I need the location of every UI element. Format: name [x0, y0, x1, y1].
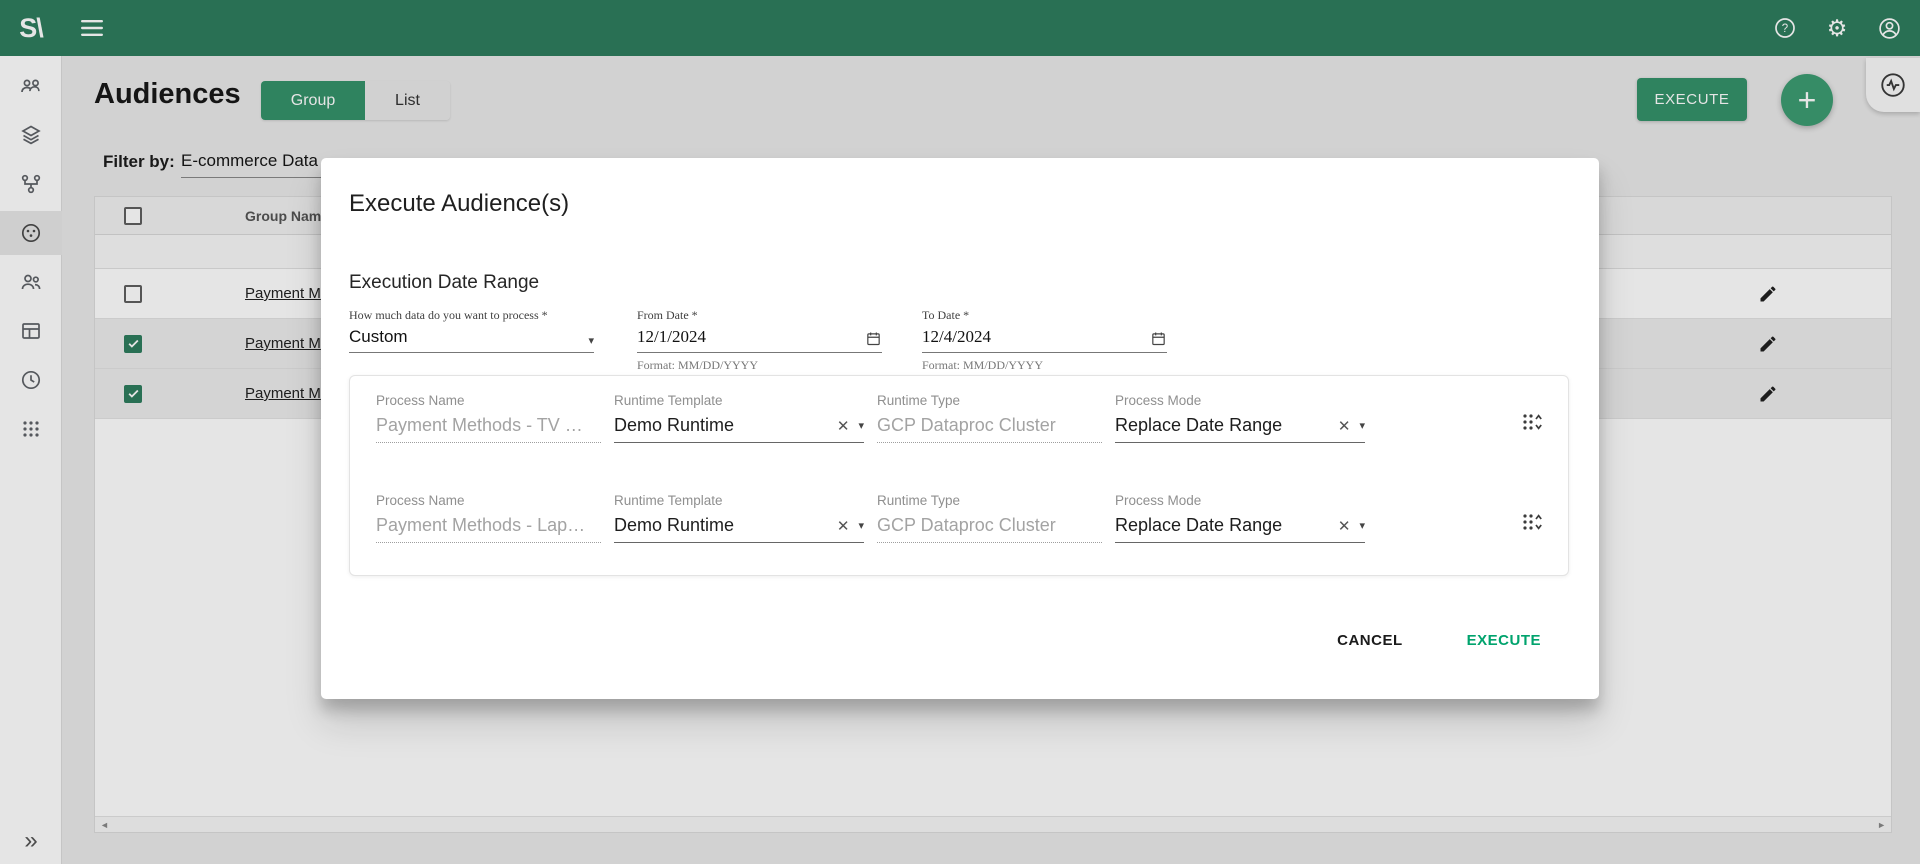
clear-icon[interactable]: ✕	[1338, 417, 1351, 435]
data-range-value: Custom	[349, 327, 588, 347]
runtime-type-label: Runtime Type	[877, 393, 1102, 408]
from-date-label: From Date *	[637, 308, 882, 323]
process-row: Process Name Payment Methods - Lap… Runt…	[350, 476, 1568, 576]
cancel-button[interactable]: CANCEL	[1329, 626, 1411, 655]
process-mode-label: Process Mode	[1115, 393, 1365, 408]
process-mode-label: Process Mode	[1115, 493, 1365, 508]
to-date-field: To Date * 12/4/2024 Format: MM/DD/YYYY	[922, 308, 1167, 373]
chevron-down-icon: ▾	[588, 334, 594, 347]
runtime-template-select[interactable]: Demo Runtime ✕ ▾	[614, 415, 864, 443]
runtime-type-value: GCP Dataproc Cluster	[877, 415, 1102, 443]
calendar-icon[interactable]	[1150, 330, 1167, 347]
process-list-card: Process Name Payment Methods - TV … Runt…	[349, 375, 1569, 576]
process-name-field: Process Name Payment Methods - TV …	[376, 393, 601, 443]
process-row: Process Name Payment Methods - TV … Runt…	[350, 376, 1568, 476]
process-mode-select[interactable]: Replace Date Range ✕ ▾	[1115, 415, 1365, 443]
data-range-select[interactable]: Custom ▾	[349, 323, 594, 353]
runtime-template-field: Runtime Template Demo Runtime ✕ ▾	[614, 393, 864, 443]
drag-handle[interactable]	[1518, 409, 1544, 435]
clear-icon[interactable]: ✕	[837, 417, 850, 435]
runtime-template-label: Runtime Template	[614, 493, 864, 508]
runtime-type-value: GCP Dataproc Cluster	[877, 515, 1102, 543]
dialog-actions: CANCEL EXECUTE	[1329, 626, 1549, 655]
chevron-down-icon[interactable]: ▾	[1359, 419, 1365, 432]
runtime-type-field: Runtime Type GCP Dataproc Cluster	[877, 493, 1102, 543]
drag-indicator-icon	[1518, 409, 1544, 435]
process-name-label: Process Name	[376, 393, 601, 408]
to-date-label: To Date *	[922, 308, 1167, 323]
date-format-hint: Format: MM/DD/YYYY	[637, 358, 882, 373]
clear-icon[interactable]: ✕	[1338, 517, 1351, 535]
date-format-hint: Format: MM/DD/YYYY	[922, 358, 1167, 373]
process-mode-field: Process Mode Replace Date Range ✕ ▾	[1115, 493, 1365, 543]
chevron-down-icon[interactable]: ▾	[1359, 519, 1365, 532]
section-title: Execution Date Range	[349, 272, 539, 294]
data-range-label: How much data do you want to process *	[349, 308, 594, 323]
process-name-label: Process Name	[376, 493, 601, 508]
clear-icon[interactable]: ✕	[837, 517, 850, 535]
from-date-field: From Date * 12/1/2024 Format: MM/DD/YYYY	[637, 308, 882, 373]
data-range-field: How much data do you want to process * C…	[349, 308, 594, 353]
to-date-input[interactable]: 12/4/2024	[922, 323, 1167, 353]
process-name-value: Payment Methods - TV …	[376, 415, 601, 443]
runtime-template-label: Runtime Template	[614, 393, 864, 408]
process-name-text: Payment Methods - Lap…	[376, 515, 601, 536]
process-mode-text: Replace Date Range	[1115, 415, 1329, 436]
runtime-template-text: Demo Runtime	[614, 515, 828, 536]
runtime-type-text: GCP Dataproc Cluster	[877, 515, 1102, 536]
execute-confirm-button[interactable]: EXECUTE	[1459, 626, 1549, 655]
chevron-down-icon[interactable]: ▾	[858, 519, 864, 532]
runtime-template-select[interactable]: Demo Runtime ✕ ▾	[614, 515, 864, 543]
drag-indicator-icon	[1518, 509, 1544, 535]
calendar-icon[interactable]	[865, 330, 882, 347]
chevron-down-icon[interactable]: ▾	[858, 419, 864, 432]
process-mode-field: Process Mode Replace Date Range ✕ ▾	[1115, 393, 1365, 443]
runtime-type-text: GCP Dataproc Cluster	[877, 415, 1102, 436]
runtime-template-field: Runtime Template Demo Runtime ✕ ▾	[614, 493, 864, 543]
process-name-value: Payment Methods - Lap…	[376, 515, 601, 543]
process-mode-text: Replace Date Range	[1115, 515, 1329, 536]
runtime-type-field: Runtime Type GCP Dataproc Cluster	[877, 393, 1102, 443]
process-name-text: Payment Methods - TV …	[376, 415, 601, 436]
dialog-title: Execute Audience(s)	[349, 190, 569, 218]
process-mode-select[interactable]: Replace Date Range ✕ ▾	[1115, 515, 1365, 543]
runtime-template-text: Demo Runtime	[614, 415, 828, 436]
process-name-field: Process Name Payment Methods - Lap…	[376, 493, 601, 543]
drag-handle[interactable]	[1518, 509, 1544, 535]
execute-audience-dialog: Execute Audience(s) Execution Date Range…	[321, 158, 1599, 699]
from-date-input[interactable]: 12/1/2024	[637, 323, 882, 353]
to-date-value: 12/4/2024	[922, 327, 1150, 347]
app-root: S\ ? ⚙	[0, 0, 1920, 864]
from-date-value: 12/1/2024	[637, 327, 865, 347]
runtime-type-label: Runtime Type	[877, 493, 1102, 508]
